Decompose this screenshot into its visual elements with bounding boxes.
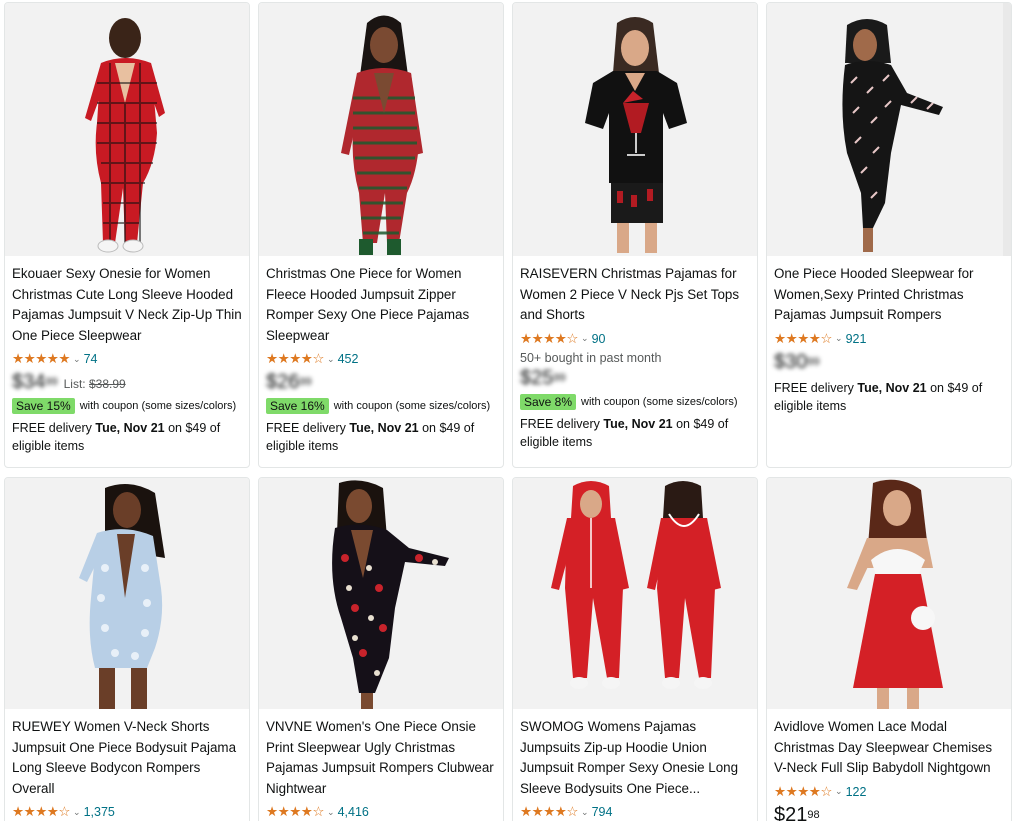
- onesie-red-plaid-image: [85, 18, 165, 253]
- star-rating-icon[interactable]: ★★★★☆: [266, 804, 325, 820]
- coupon-text: with coupon (some sizes/colors): [79, 400, 237, 412]
- rating-row[interactable]: ★★★★☆ ⌄ 122: [774, 782, 1004, 802]
- product-title[interactable]: VNVNE Women's One Piece Onsie Print Slee…: [266, 717, 496, 799]
- onesie-floral-print-image: [332, 480, 449, 709]
- star-rating-icon[interactable]: ★★★★☆: [774, 331, 833, 347]
- product-image[interactable]: [767, 478, 1011, 709]
- coupon-text: with coupon (some sizes/colors): [581, 395, 738, 408]
- product-card-7[interactable]: SWOMOG Womens Pajamas Jumpsuits Zip-up H…: [512, 477, 758, 821]
- price: $2599: [520, 366, 566, 389]
- pajama-set-wine-glass-image: [585, 17, 687, 253]
- price-row: $3099: [774, 351, 1004, 375]
- chevron-down-icon[interactable]: ⌄: [581, 333, 589, 344]
- product-title[interactable]: SWOMOG Womens Pajamas Jumpsuits Zip-up H…: [520, 717, 750, 799]
- review-count[interactable]: 4,416: [338, 805, 369, 819]
- price: $3499: [12, 371, 58, 393]
- star-rating-icon[interactable]: ★★★★☆: [774, 784, 833, 800]
- product-card-2[interactable]: Christmas One Piece for Women Fleece Hoo…: [258, 2, 504, 468]
- babydoll-red-santa-image: [847, 479, 943, 709]
- chevron-down-icon[interactable]: ⌄: [73, 807, 81, 818]
- chevron-down-icon[interactable]: ⌄: [73, 354, 81, 365]
- review-count[interactable]: 90: [592, 332, 606, 346]
- star-rating-icon[interactable]: ★★★★☆: [12, 804, 71, 820]
- product-image[interactable]: [5, 3, 249, 256]
- delivery-info: FREE delivery Tue, Nov 21 on $49 of elig…: [12, 421, 221, 453]
- review-count[interactable]: 1,375: [84, 805, 115, 819]
- coupon-badge: Save 8%: [520, 393, 577, 410]
- chevron-down-icon[interactable]: ⌄: [835, 786, 843, 797]
- review-count[interactable]: 794: [592, 805, 613, 819]
- review-count[interactable]: 921: [846, 332, 867, 346]
- rating-row[interactable]: ★★★★☆ ⌄ 794: [520, 802, 750, 821]
- coupon-row[interactable]: Save 15% with coupon (some sizes/colors): [12, 397, 242, 415]
- coupon-text: with coupon (some sizes/colors): [333, 400, 491, 412]
- product-card-4[interactable]: One Piece Hooded Sleepwear for Women,Sex…: [766, 2, 1012, 468]
- chevron-down-icon[interactable]: ⌄: [835, 333, 843, 344]
- review-count[interactable]: 74: [84, 352, 98, 366]
- product-title[interactable]: RUEWEY Women V-Neck Shorts Jumpsuit One …: [12, 717, 242, 799]
- price-row: $2599: [520, 367, 750, 391]
- product-card-3[interactable]: RAISEVERN Christmas Pajamas for Women 2 …: [512, 2, 758, 468]
- product-title[interactable]: One Piece Hooded Sleepwear for Women,Sex…: [774, 264, 1004, 326]
- onesie-green-red-stripe-image: [341, 15, 423, 255]
- product-title[interactable]: Christmas One Piece for Women Fleece Hoo…: [266, 264, 496, 346]
- product-card-6[interactable]: VNVNE Women's One Piece Onsie Print Slee…: [258, 477, 504, 821]
- product-image[interactable]: [259, 3, 503, 256]
- review-count[interactable]: 122: [846, 785, 867, 799]
- price-row: $2198: [774, 804, 1004, 821]
- coupon-badge: Save 15%: [12, 398, 75, 414]
- product-image[interactable]: [767, 3, 1011, 256]
- onesie-red-hoodie-image: [551, 481, 721, 689]
- coupon-row[interactable]: Save 16% with coupon (some sizes/colors): [266, 397, 496, 415]
- product-image[interactable]: [259, 478, 503, 709]
- product-title[interactable]: RAISEVERN Christmas Pajamas for Women 2 …: [520, 264, 750, 326]
- chevron-down-icon[interactable]: ⌄: [327, 354, 335, 365]
- product-image[interactable]: [513, 478, 757, 709]
- star-rating-icon[interactable]: ★★★★★: [12, 351, 71, 367]
- delivery-info: FREE delivery Tue, Nov 21 on $49 of elig…: [774, 380, 983, 413]
- price: $2198: [774, 803, 820, 821]
- product-image[interactable]: [5, 478, 249, 709]
- delivery-info: FREE delivery Tue, Nov 21 on $49 of elig…: [520, 416, 729, 449]
- rating-row[interactable]: ★★★★☆ ⌄ 4,416: [266, 802, 496, 821]
- onesie-candy-cane-print-image: [842, 3, 1011, 256]
- delivery-info: FREE delivery Tue, Nov 21 on $49 of elig…: [266, 421, 475, 453]
- star-rating-icon[interactable]: ★★★★☆: [520, 331, 579, 347]
- bought-count: 50+ bought in past month: [520, 350, 662, 365]
- product-image[interactable]: [513, 3, 757, 256]
- price: $3099: [774, 350, 820, 373]
- romper-light-blue-hearts-image: [79, 484, 165, 709]
- product-card-8[interactable]: Avidlove Women Lace Modal Christmas Day …: [766, 477, 1012, 821]
- price-row: $2699: [266, 371, 496, 395]
- rating-row[interactable]: ★★★★★ ⌄ 74: [12, 349, 242, 369]
- product-title[interactable]: Avidlove Women Lace Modal Christmas Day …: [774, 717, 1004, 779]
- review-count[interactable]: 452: [338, 352, 359, 366]
- chevron-down-icon[interactable]: ⌄: [327, 807, 335, 818]
- star-rating-icon[interactable]: ★★★★☆: [266, 351, 325, 367]
- rating-row[interactable]: ★★★★☆ ⌄ 1,375: [12, 802, 242, 821]
- rating-row[interactable]: ★★★★☆ ⌄ 452: [266, 349, 496, 369]
- coupon-badge: Save 16%: [266, 398, 329, 414]
- rating-row[interactable]: ★★★★☆ ⌄ 90: [520, 329, 750, 349]
- list-price: List: $38.99: [63, 377, 126, 391]
- rating-row[interactable]: ★★★★☆ ⌄ 921: [774, 329, 1004, 349]
- coupon-row[interactable]: Save 8% with coupon (some sizes/colors): [520, 393, 750, 411]
- chevron-down-icon[interactable]: ⌄: [581, 807, 589, 818]
- star-rating-icon[interactable]: ★★★★☆: [520, 804, 579, 820]
- product-title[interactable]: Ekouaer Sexy Onesie for Women Christmas …: [12, 264, 242, 346]
- product-card-5[interactable]: RUEWEY Women V-Neck Shorts Jumpsuit One …: [4, 477, 250, 821]
- price-row: $3499 List: $38.99: [12, 371, 242, 395]
- price: $2699: [266, 371, 312, 393]
- product-card-1[interactable]: Ekouaer Sexy Onesie for Women Christmas …: [4, 2, 250, 468]
